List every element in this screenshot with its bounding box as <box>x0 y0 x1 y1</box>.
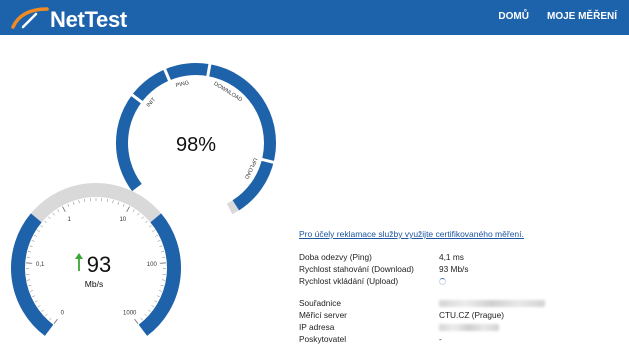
loading-spinner-icon <box>439 276 446 288</box>
detail-label: Měřicí server <box>299 310 347 320</box>
result-label: Rychlost vkládání (Upload) <box>299 276 399 286</box>
speed-tick-label: 0,1 <box>36 262 45 268</box>
result-label: Rychlost stahování (Download) <box>299 264 414 274</box>
progress-gauge: INITPING DOWNLOADUPLOAD 98% <box>116 61 276 215</box>
detail-label: IP adresa <box>299 322 335 332</box>
phase-label: PING <box>175 80 189 89</box>
detail-value: CTU.CZ (Prague) <box>439 310 505 320</box>
nav-home[interactable]: DOMŮ <box>498 11 529 23</box>
gauges-area: INITPING DOWNLOADUPLOAD 98% 00,11 10100100… <box>11 61 276 336</box>
detail-label: Poskytovatel <box>299 334 347 344</box>
speed-unit: Mb/s <box>85 279 103 289</box>
result-value: 93 Mb/s <box>439 264 469 274</box>
certified-measurement-link[interactable]: Pro účely reklamace služby využijte cert… <box>299 229 524 239</box>
result-label: Doba odezvy (Ping) <box>299 252 372 262</box>
speed-tick-label: 100 <box>147 262 158 268</box>
up-arrow-icon <box>75 253 83 271</box>
result-value: 4,1 ms <box>439 252 464 262</box>
main-nav: DOMŮ MOJE MĚŘENÍ <box>498 11 617 23</box>
speed-tick-label: 0 <box>61 311 65 317</box>
speed-value: 93 <box>87 252 111 277</box>
logo-text: NetTest <box>50 7 127 32</box>
nav-my-measurements[interactable]: MOJE MĚŘENÍ <box>547 11 617 23</box>
top-navigation-bar: NetTest DOMŮ MOJE MĚŘENÍ <box>0 0 629 35</box>
progress-percent: 98% <box>176 134 216 156</box>
ip-redacted <box>439 322 499 334</box>
speed-tick-label: 1 <box>68 217 72 223</box>
speed-gauge: 0 0,1 1 10 100 1000 93 Mb/s <box>11 183 181 336</box>
coordinates-redacted <box>439 298 545 310</box>
detail-value: - <box>439 334 442 344</box>
nettest-logo[interactable]: NetTest <box>10 5 127 32</box>
phase-label: INIT <box>146 96 158 108</box>
logo-swoosh-icon <box>11 7 49 29</box>
detail-label: Souřadnice <box>299 298 341 308</box>
speed-tick-label: 10 <box>119 217 126 223</box>
speed-tick-label: 1000 <box>123 311 137 317</box>
